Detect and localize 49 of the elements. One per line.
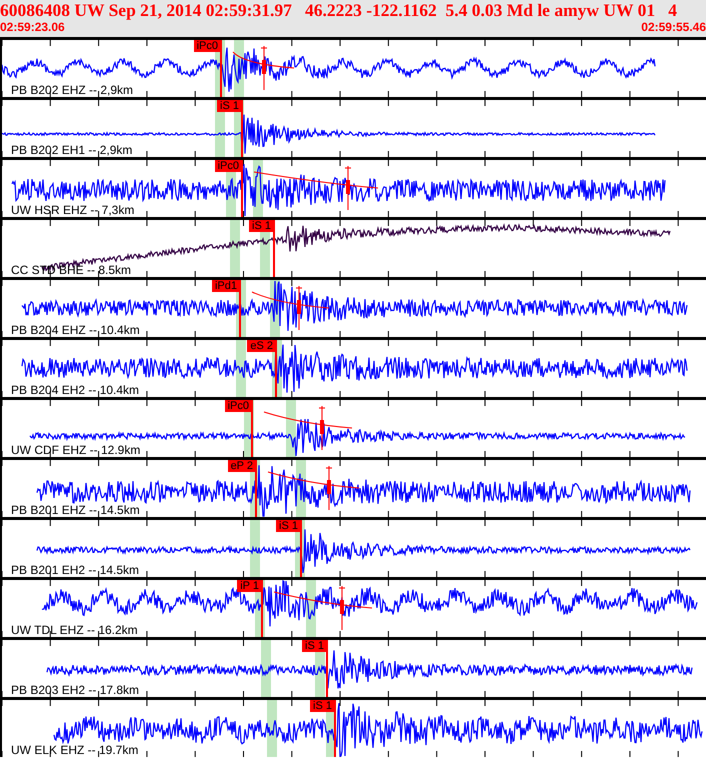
pick-line[interactable] [275,340,277,397]
amplitude-marker [326,466,332,510]
pick-window-band [230,220,240,277]
pick-line[interactable] [255,460,257,517]
pick-label[interactable]: iS 1 [276,520,301,532]
pick-label[interactable]: iPc0 [224,400,252,412]
start-time: 02:59:23.06 [0,21,65,34]
amplitude-marker [260,46,268,90]
pick-label[interactable]: eP 2 [228,460,256,472]
event-title: 60086408 UW Sep 21, 2014 02:59:31.97 46.2223 -122.1162 5.4 0.03 Md le amyw UW 01 4 [0,0,678,21]
amplitude-marker [338,586,346,630]
pick-line[interactable] [241,100,243,157]
amplitude-marker [318,406,326,450]
pick-label[interactable]: iS 1 [310,700,335,712]
station-label: PB B204 EH2 -- 10.4km [11,384,140,397]
pick-label[interactable]: iPc0 [194,40,221,52]
pick-line[interactable] [273,220,275,277]
station-label: UW TDL EHZ -- 16.2km [11,624,138,637]
station-label: PB B202 EH1 -- 2,9km [11,144,132,157]
pick-label[interactable]: iS 1 [302,640,327,652]
station-label: PB B201 EHZ -- 14.5km [11,504,140,517]
decay-curve [232,52,294,68]
station-label: PB B201 EH2 -- 14.5km [11,564,140,577]
pick-line[interactable] [261,580,263,637]
pick-label[interactable]: iS 1 [249,220,274,232]
station-label: PB B202 EHZ -- 2,9km [11,84,134,97]
pick-window-band [261,640,271,697]
pick-line[interactable] [251,400,253,457]
station-label: UW CDF EHZ -- 12.9km [11,444,140,457]
amplitude-marker [344,166,352,210]
end-time: 02:59:55.46 [641,21,706,34]
pick-line[interactable] [220,40,222,97]
pick-label[interactable]: iPd1 [212,280,240,292]
station-label: PB B203 EH2 -- 17.8km [11,684,140,697]
pick-line[interactable] [334,700,336,757]
pick-line[interactable] [239,280,241,337]
pick-label[interactable]: iPc0 [214,160,242,172]
pick-line[interactable] [241,160,243,217]
pick-label[interactable]: iP 1 [237,580,262,592]
station-label: UW ELK EHZ -- 19.7km [11,744,138,757]
pick-window-band [236,340,246,397]
amplitude-marker [296,286,302,330]
station-label: PB B204 EHZ -- 10.4km [11,324,140,337]
station-label: UW HSR EHZ -- 7,3km [11,204,134,217]
pick-window-band [250,520,260,577]
pick-line[interactable] [300,520,302,577]
pick-label[interactable]: iS 1 [217,100,242,112]
pick-line[interactable] [326,640,328,697]
pick-label[interactable]: eS 2 [247,340,276,352]
